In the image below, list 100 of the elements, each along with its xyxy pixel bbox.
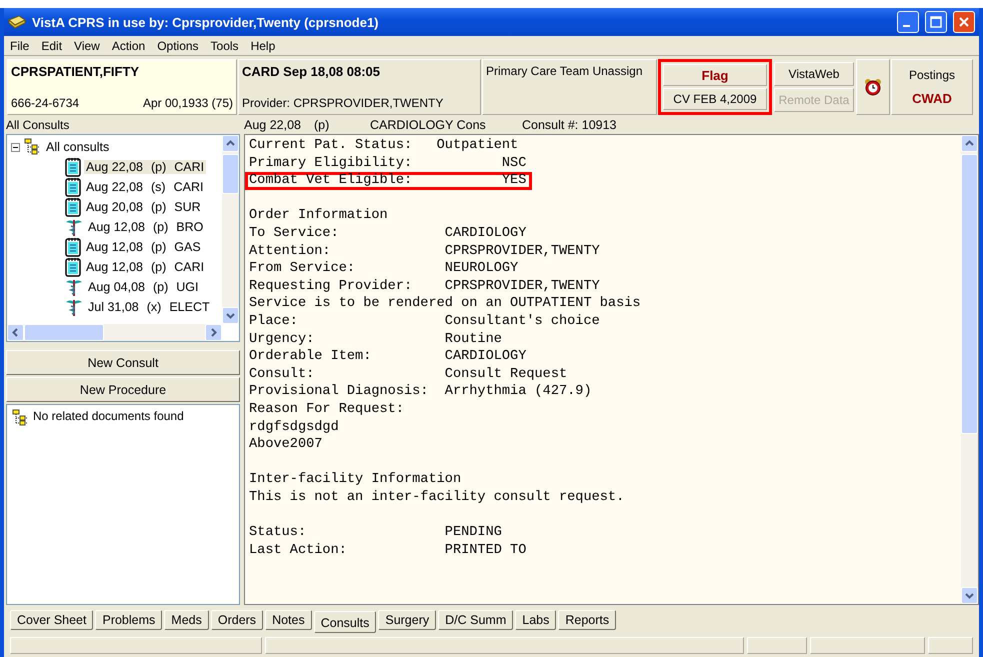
tree-icon: [11, 409, 29, 427]
caduceus-icon: [65, 277, 83, 297]
detail-line: Attention: CPRSPROVIDER,TWENTY: [248, 242, 601, 260]
consult-service: CARDIOLOGY Cons: [370, 118, 487, 134]
detail-line: Order Information: [248, 207, 389, 225]
scroll-down-icon: [965, 591, 974, 600]
encounter-panel[interactable]: CARD Sep 18,08 08:05 Provider: CPRSPROVIDER,TWENTY: [238, 59, 481, 115]
minimize-button[interactable]: [897, 11, 919, 33]
tab[interactable]: Cover Sheet: [10, 610, 94, 630]
menu-item[interactable]: Tools: [210, 38, 239, 52]
reminders-button[interactable]: [856, 59, 890, 115]
detail-line: Reason For Request:: [248, 400, 405, 418]
scrollbar-thumb[interactable]: [961, 154, 978, 434]
action-button[interactable]: New Procedure: [6, 377, 240, 402]
scrollbar-thumb[interactable]: [24, 324, 104, 341]
care-team-panel[interactable]: Primary Care Team Unassign: [482, 59, 657, 115]
note-icon: [65, 177, 81, 197]
collapse-icon[interactable]: [11, 142, 20, 152]
detail-line: From Service: NEUROLOGY: [248, 260, 520, 278]
scroll-up-icon: [226, 139, 235, 148]
minimize-icon: [903, 25, 910, 27]
menu-item[interactable]: View: [74, 38, 100, 52]
note-icon: [65, 197, 81, 217]
horizontal-scrollbar[interactable]: [7, 324, 222, 341]
detail-line: Urgency: Routine: [248, 330, 503, 348]
consult-date: Aug 22,08: [244, 118, 302, 134]
maximize-icon: [930, 16, 942, 28]
patient-panel[interactable]: CPRSPATIENT,FIFTY 666-24-6734 Apr 00,1933 (75): [7, 59, 237, 115]
tab[interactable]: Labs: [515, 610, 556, 630]
cwad-code: CWAD: [912, 91, 952, 106]
postings-label: Postings: [908, 68, 956, 82]
menu-item[interactable]: Help: [250, 38, 276, 52]
scroll-down-icon: [226, 311, 235, 320]
menu-item[interactable]: Options: [157, 38, 199, 52]
patient-dob: Apr 00,1933 (75): [142, 96, 233, 110]
tab[interactable]: Notes: [265, 610, 312, 630]
encounter-location: CARD Sep 18,08 08:05: [242, 64, 382, 79]
tab[interactable]: D/C Summ: [438, 610, 514, 630]
consult-item[interactable]: Aug 22,08 (p) CARI: [84, 160, 206, 174]
consult-status: (p): [314, 118, 330, 134]
detail-line: rdgfsdgsdgd: [248, 418, 340, 436]
tab[interactable]: Orders: [210, 610, 264, 630]
detail-line: Status: PENDING: [248, 524, 503, 542]
patient-name: CPRSPATIENT,FIFTY: [11, 64, 140, 79]
note-icon: [65, 257, 81, 277]
notepad-icon: [8, 14, 26, 30]
detail-line: Primary Eligibility: NSC: [248, 154, 528, 172]
alarm-clock-icon: [864, 78, 882, 96]
detail-line: Consult: Consult Request: [248, 366, 568, 384]
maximize-button[interactable]: [925, 11, 947, 33]
close-icon: [958, 16, 970, 28]
care-team-text: Primary Care Team Unassign: [486, 64, 644, 78]
tab[interactable]: Meds: [164, 610, 209, 630]
detail-line: Orderable Item: CARDIOLOGY: [248, 348, 528, 366]
consult-item[interactable]: Aug 04,08 (p) UGI: [86, 280, 201, 294]
window-title: VistA CPRS in use by: Cprsprovider,Twenty (cprsnode1): [32, 14, 380, 30]
caduceus-icon: [65, 217, 83, 237]
detail-line: To Service: CARDIOLOGY: [248, 224, 528, 243]
tree-root[interactable]: All consults: [44, 140, 112, 154]
vertical-scrollbar[interactable]: [222, 135, 239, 324]
scroll-right-icon: [209, 328, 218, 337]
tab[interactable]: Problems: [95, 610, 162, 630]
note-icon: [65, 237, 81, 257]
consult-item[interactable]: Aug 20,08 (p) SUR: [84, 200, 203, 214]
consult-item[interactable]: Jul 31,08 (x) ELECT: [86, 300, 212, 314]
scrollbar-thumb[interactable]: [222, 154, 239, 194]
menu-item[interactable]: Edit: [41, 38, 62, 52]
consult-item[interactable]: Aug 12,08 (p) CARI: [84, 260, 206, 274]
tree-icon: [23, 138, 41, 156]
menu-item[interactable]: Action: [112, 38, 146, 52]
note-icon: [65, 157, 81, 177]
consult-item[interactable]: Aug 12,08 (p) GAS: [84, 240, 203, 254]
detail-line: Service is to be rendered on an OUTPATIENT basis: [248, 295, 642, 313]
detail-scrollbar[interactable]: [961, 135, 978, 604]
consult-number: Consult #: 10913: [522, 118, 618, 134]
detail-line: Above2007: [248, 436, 324, 454]
detail-line: Last Action: PRINTED TO: [248, 542, 528, 560]
close-button[interactable]: [953, 11, 975, 33]
postings-button[interactable]: Postings CWAD: [891, 59, 973, 115]
scroll-up-icon: [965, 139, 974, 148]
menu-item[interactable]: File: [10, 38, 30, 52]
detail-line: This is not an inter-facility consult request.: [248, 488, 626, 506]
tab[interactable]: Consults: [314, 611, 376, 633]
tab[interactable]: Surgery: [378, 610, 436, 630]
patient-ssn: 666-24-6734: [11, 96, 80, 110]
detail-line: Inter-facility Information: [248, 471, 462, 489]
scroll-left-icon: [11, 328, 20, 337]
tab[interactable]: Reports: [558, 610, 616, 630]
flag-date-button[interactable]: CV FEB 4,2009: [663, 88, 767, 110]
detail-line: Place: Consultant's choice: [248, 312, 601, 331]
detail-line: Current Pat. Status: Outpatient: [248, 137, 520, 155]
related-documents-text: No related documents found: [33, 409, 184, 423]
action-button[interactable]: New Consult: [6, 350, 240, 375]
flag-button[interactable]: Flag: [663, 64, 767, 86]
consult-item[interactable]: Aug 22,08 (s) CARI: [84, 180, 206, 194]
consults-list-title: All Consults: [6, 118, 70, 134]
vistaweb-button[interactable]: VistaWeb: [774, 62, 854, 86]
encounter-provider: Provider: CPRSPROVIDER,TWENTY: [242, 96, 444, 110]
consult-item[interactable]: Aug 12,08 (p) BRO: [86, 220, 206, 234]
detail-line: Provisional Diagnosis: Arrhythmia (427.9): [248, 383, 593, 401]
